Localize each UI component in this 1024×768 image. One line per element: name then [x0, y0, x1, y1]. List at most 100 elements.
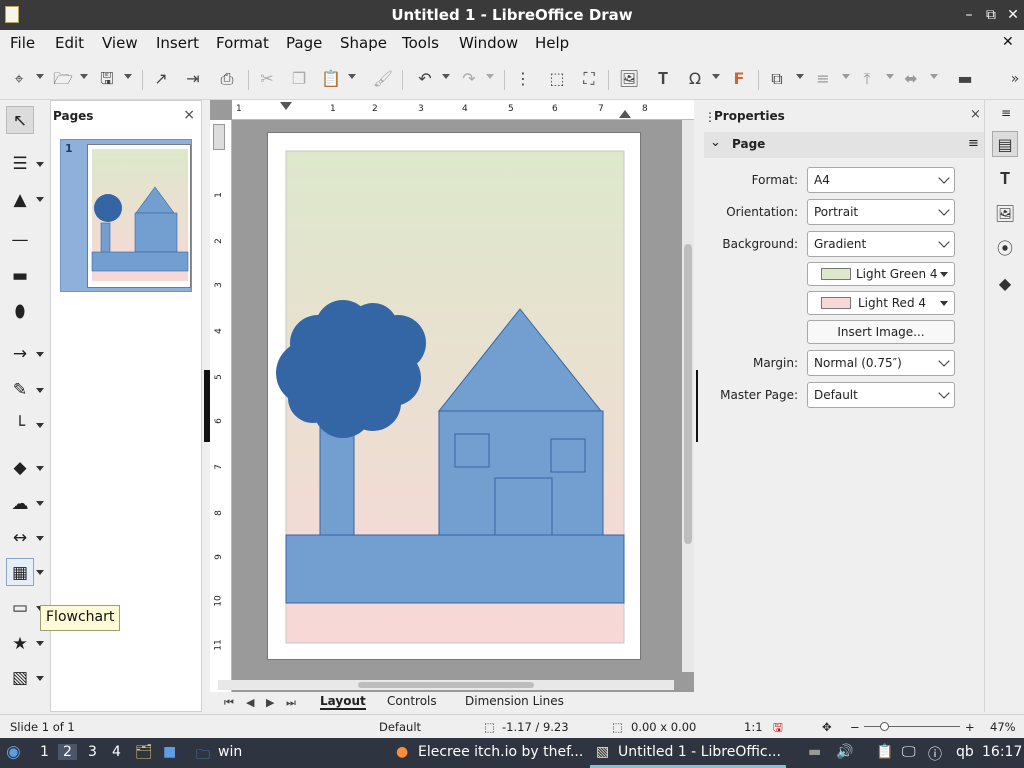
menu-page[interactable]: Page — [286, 34, 322, 52]
ellipse-icon[interactable]: ⬮ — [6, 298, 34, 326]
curves-polygons-icon[interactable]: ✎ — [6, 376, 34, 404]
chevron-down-icon[interactable] — [486, 74, 494, 79]
vertical-scrollbar[interactable] — [682, 120, 694, 672]
special-character-icon[interactable]: Ω — [684, 68, 706, 90]
shapes-tab-icon[interactable]: ◆ — [992, 271, 1018, 297]
chevron-down-icon[interactable]: ⌄ — [710, 135, 721, 150]
chevron-down-icon[interactable] — [36, 162, 44, 167]
gradient-color-1-picker[interactable]: Light Green 4 — [807, 262, 955, 286]
print-icon[interactable]: ⎙ — [216, 68, 238, 90]
desktop-icon[interactable]: ■ — [163, 744, 176, 760]
volume-icon[interactable]: 🔊 — [836, 744, 853, 760]
clipboard-icon[interactable]: 📋 — [876, 744, 893, 760]
chevron-down-icon[interactable] — [80, 74, 88, 79]
chevron-down-icon[interactable] — [796, 74, 804, 79]
horizontal-scrollbar[interactable] — [218, 680, 674, 690]
first-tab-icon[interactable]: ⏮ — [224, 696, 234, 710]
tree-trunk[interactable] — [319, 422, 355, 536]
chevron-down-icon[interactable] — [36, 388, 44, 393]
chevron-down-icon[interactable] — [348, 74, 356, 79]
zoom-in-icon[interactable]: + — [965, 716, 975, 738]
close-pages-panel-button[interactable]: × — [183, 107, 195, 123]
display-icon[interactable]: 🖵 — [902, 744, 916, 760]
canvas-area[interactable]: 1 1 2 3 4 5 6 7 8 1 2 3 4 5 6 7 8 9 10 1… — [210, 100, 694, 692]
align-icon[interactable]: ≡ — [812, 68, 834, 90]
background-select[interactable]: Gradient — [807, 231, 955, 257]
more-options-icon[interactable]: » — [1004, 68, 1024, 90]
grid-icon[interactable]: ⋮ — [512, 68, 534, 90]
drawing-page[interactable] — [267, 132, 641, 660]
line-tool-icon[interactable]: — — [6, 226, 34, 254]
helplines-icon[interactable]: ⬚ — [546, 68, 568, 90]
chevron-down-icon[interactable] — [36, 501, 44, 506]
cut-icon[interactable]: ✂ — [256, 68, 278, 90]
house-door[interactable] — [494, 477, 553, 543]
fill-color-icon[interactable]: ▲ — [6, 186, 34, 214]
zoom-page-icon[interactable]: ⛶ — [578, 68, 600, 90]
menu-format[interactable]: Format — [216, 34, 269, 52]
more-options-icon[interactable]: ≡ — [968, 136, 979, 151]
horizontal-ruler[interactable]: 1 1 2 3 4 5 6 7 8 — [232, 100, 694, 120]
chevron-down-icon[interactable] — [36, 676, 44, 681]
sidebar-menu-icon[interactable]: ≡ — [1001, 106, 1011, 120]
firefox-icon[interactable]: ● — [396, 744, 408, 760]
arrange-icon[interactable]: ⤒ — [856, 68, 878, 90]
ground-rectangle[interactable] — [285, 534, 625, 604]
zoom-pan-icon[interactable]: ⌖ — [8, 68, 30, 90]
chevron-down-icon[interactable] — [442, 74, 450, 79]
close-window-button[interactable]: ✕ — [1002, 0, 1024, 30]
house-window-left[interactable] — [454, 433, 490, 468]
callouts-icon[interactable]: ▭ — [6, 594, 34, 622]
page-section-header[interactable]: ⌄ Page ≡ — [704, 132, 984, 158]
zoom-out-icon[interactable]: − — [850, 716, 860, 738]
chevron-down-icon[interactable] — [36, 641, 44, 646]
file-manager-icon[interactable]: 🗂 — [135, 744, 153, 760]
menu-shape[interactable]: Shape — [340, 34, 387, 52]
chevron-down-icon[interactable] — [124, 74, 132, 79]
menu-edit[interactable]: Edit — [55, 34, 84, 52]
connectors-icon[interactable]: └ — [6, 412, 34, 440]
basic-shapes-icon[interactable]: ◆ — [6, 454, 34, 482]
fontwork-icon[interactable]: 𝗙 — [728, 68, 750, 90]
menu-tools[interactable]: Tools — [402, 34, 439, 52]
menu-help[interactable]: Help — [535, 34, 569, 52]
house-window-right[interactable] — [550, 438, 586, 473]
open-icon[interactable]: 🗁 — [52, 68, 74, 90]
workspace-2[interactable]: 2 — [58, 744, 77, 760]
paste-icon[interactable]: 📋 — [320, 68, 342, 90]
transformations-icon[interactable]: ⧉ — [766, 68, 788, 90]
block-arrows-icon[interactable]: ↔ — [6, 524, 34, 552]
tab-layout[interactable]: Layout — [320, 694, 366, 710]
task-firefox[interactable]: Elecree itch.io by thef... — [418, 744, 583, 760]
chevron-down-icon[interactable] — [930, 74, 938, 79]
insert-image-icon[interactable]: 🖼 — [618, 68, 640, 90]
rectangle-icon[interactable]: ▬ — [6, 262, 34, 290]
zoom-percent[interactable]: 47% — [990, 716, 1016, 738]
left-panel-splitter[interactable] — [204, 370, 210, 442]
chevron-down-icon[interactable] — [36, 466, 44, 471]
orientation-select[interactable]: Portrait — [807, 199, 955, 225]
menu-view[interactable]: View — [102, 34, 138, 52]
export-icon[interactable]: ↗ — [150, 68, 172, 90]
workspace-3[interactable]: 3 — [88, 744, 97, 760]
shadow-icon[interactable]: ▬ — [954, 68, 976, 90]
left-indent-marker[interactable] — [280, 102, 292, 110]
menu-insert[interactable]: Insert — [156, 34, 199, 52]
qbittorrent-label[interactable]: qb — [956, 744, 974, 760]
format-select[interactable]: A4 — [807, 167, 955, 193]
maximize-button[interactable]: ⧉ — [980, 0, 1002, 30]
3d-objects-icon[interactable]: ▧ — [6, 664, 34, 692]
chevron-down-icon[interactable] — [36, 570, 44, 575]
menu-window[interactable]: Window — [459, 34, 518, 52]
notification-icon[interactable]: ⓘ — [928, 744, 942, 764]
chevron-down-icon[interactable] — [36, 197, 44, 202]
styles-tab-icon[interactable]: 𝐓 — [992, 166, 1018, 192]
chevron-down-icon[interactable] — [842, 74, 850, 79]
properties-tab-icon[interactable]: ▤ — [992, 131, 1018, 157]
next-tab-icon[interactable]: ▶ — [266, 696, 274, 709]
right-indent-marker[interactable] — [619, 110, 631, 118]
menu-file[interactable]: File — [10, 34, 35, 52]
save-icon[interactable]: 🖫 — [96, 68, 118, 90]
chevron-down-icon[interactable] — [712, 74, 720, 79]
workspace-4[interactable]: 4 — [112, 744, 121, 760]
